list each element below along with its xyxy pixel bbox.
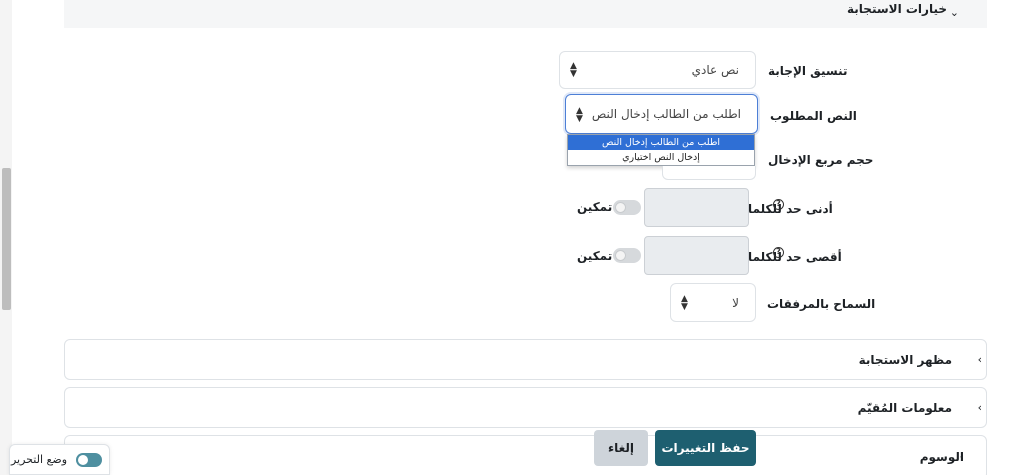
section-title: الوسوم — [919, 450, 964, 464]
required-text-value: اطلب من الطالب إدخال النص — [591, 107, 741, 121]
dropdown-option-required[interactable]: اطلب من الطالب إدخال النص — [568, 135, 754, 150]
min-words-enable-toggle[interactable] — [613, 200, 641, 215]
chevron-down-icon: ⌄ — [949, 6, 959, 19]
min-words-enable-label: تمكين — [577, 200, 613, 214]
tags-section[interactable]: ‹ الوسوم — [64, 435, 987, 475]
response-appearance-section[interactable]: ‹ مظهر الاستجابة — [64, 339, 987, 380]
chevron-left-icon: ‹ — [977, 353, 982, 366]
toggle-knob — [78, 455, 88, 465]
edit-mode-panel: وضع التحرير — [9, 444, 110, 475]
max-words-enable-label: تمكين — [577, 249, 613, 263]
scrollbar-thumb[interactable] — [2, 168, 11, 310]
response-format-select[interactable]: ▲ ▼ نص عادي — [559, 51, 756, 89]
toggle-knob — [615, 250, 626, 261]
section-title: خيارات الاستجابة — [847, 2, 947, 16]
max-words-enable-toggle[interactable] — [613, 248, 641, 263]
section-title: معلومات المُقيّم — [857, 401, 952, 415]
chevron-left-icon: ‹ — [977, 401, 982, 414]
save-changes-button[interactable]: حفظ التغييرات — [655, 430, 756, 466]
select-arrows-icon: ▲ ▼ — [576, 106, 583, 124]
allow-attachments-label: السماح بالمرفقات — [767, 297, 876, 311]
max-words-input[interactable] — [644, 236, 749, 275]
input-box-size-select[interactable] — [662, 166, 756, 180]
help-icon[interactable]: ? — [773, 247, 784, 258]
allow-attachments-select[interactable]: ▲ ▼ لا — [670, 283, 756, 322]
min-words-input[interactable] — [644, 188, 749, 227]
help-icon[interactable]: ? — [773, 199, 784, 210]
required-text-label: النص المطلوب — [770, 109, 857, 123]
max-words-label: أقصى حد للكلمات — [736, 250, 842, 264]
allow-attachments-value: لا — [732, 296, 739, 310]
grader-info-section[interactable]: ‹ معلومات المُقيّم — [64, 387, 987, 428]
edit-mode-toggle[interactable] — [76, 453, 102, 467]
input-box-size-label: حجم مربع الإدخال — [768, 153, 874, 167]
toggle-knob — [615, 202, 626, 213]
dropdown-option-optional[interactable]: إدخال النص اختياري — [568, 150, 754, 165]
required-text-dropdown[interactable]: اطلب من الطالب إدخال النص إدخال النص اخت… — [567, 134, 755, 166]
edit-mode-label: وضع التحرير — [10, 453, 67, 466]
required-text-select[interactable]: ▲ ▼ اطلب من الطالب إدخال النص — [565, 94, 758, 134]
min-words-label: أدنى حد للكلمات — [736, 202, 833, 216]
select-arrows-icon: ▲ ▼ — [681, 294, 688, 312]
select-arrows-icon: ▲ ▼ — [570, 61, 577, 79]
cancel-button[interactable]: إلغاء — [594, 430, 648, 466]
section-title: مظهر الاستجابة — [858, 353, 952, 367]
response-format-label: تنسيق الإجابة — [768, 64, 848, 78]
response-options-header[interactable]: ⌄ خيارات الاستجابة — [64, 0, 987, 28]
response-format-value: نص عادي — [691, 63, 739, 77]
page-scrollbar[interactable] — [0, 0, 12, 475]
